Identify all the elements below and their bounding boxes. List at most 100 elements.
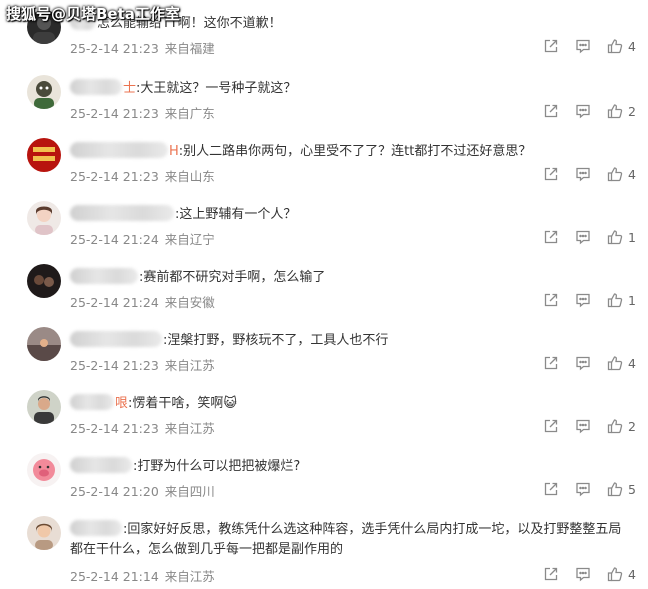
comment-meta: 25-2-14 21:24 来自辽宁	[70, 229, 215, 248]
forward-icon[interactable]	[543, 355, 559, 371]
avatar[interactable]	[27, 390, 61, 424]
forward-icon[interactable]	[543, 566, 559, 582]
username-blurred[interactable]	[70, 520, 122, 536]
comment-icon[interactable]	[575, 229, 591, 245]
comment-icon[interactable]	[575, 166, 591, 182]
avatar[interactable]	[27, 75, 61, 109]
comment-actions: 2	[543, 418, 636, 434]
comment-icon[interactable]	[575, 355, 591, 371]
comment-icon[interactable]	[575, 418, 591, 434]
username-blurred[interactable]	[70, 79, 122, 95]
comment-icon[interactable]	[575, 566, 591, 582]
username-blurred[interactable]	[70, 142, 168, 158]
comment-content: :大王就这？一号种子就这？	[136, 81, 297, 96]
avatar[interactable]	[27, 327, 61, 361]
comment-location: 来自四川	[164, 484, 215, 499]
comment-item: :赛前都不研究对手啊，怎么输了 25-2-14 21:24 来自安徽 1	[0, 264, 648, 327]
username-blurred[interactable]	[70, 331, 162, 347]
like-icon[interactable]	[607, 229, 623, 245]
comment-text: :赛前都不研究对手啊，怎么输了	[70, 268, 630, 288]
comment-meta: 25-2-14 21:24 来自安徽	[70, 292, 215, 311]
comment-item: :涅槃打野，野核玩不了，工具人也不行 25-2-14 21:23 来自江苏 4	[0, 327, 648, 390]
comment-icon[interactable]	[575, 103, 591, 119]
like-icon[interactable]	[607, 38, 623, 54]
like-icon[interactable]	[607, 166, 623, 182]
comment-meta: 25-2-14 21:23 来自广东	[70, 103, 215, 122]
like-count: 4	[628, 566, 636, 582]
comment-content: :愣着干啥，笑啊	[128, 396, 224, 411]
comment-content: :涅槃打野，野核玩不了，工具人也不行	[163, 333, 389, 348]
username-blurred[interactable]	[70, 457, 132, 473]
comment-text: 士:大王就这？一号种子就这？	[70, 79, 630, 99]
comment-actions: 4	[543, 166, 636, 182]
comment-date: 25-2-14 21:23	[70, 106, 159, 121]
comment-date: 25-2-14 21:24	[70, 295, 159, 310]
comment-actions: 1	[543, 292, 636, 308]
like-count: 2	[628, 103, 636, 119]
comment-date: 25-2-14 21:24	[70, 232, 159, 247]
forward-icon[interactable]	[543, 229, 559, 245]
watermark: 搜狐号@贝塔Beta工作室	[6, 5, 180, 23]
username-tail: 士	[123, 81, 137, 96]
comment-content: :别人二路串你两句，心里受不了了？连tt都打不过还好意思？	[178, 144, 532, 159]
forward-icon[interactable]	[543, 418, 559, 434]
forward-icon[interactable]	[543, 481, 559, 497]
forward-icon[interactable]	[543, 292, 559, 308]
like-count: 1	[628, 229, 636, 245]
comment-text: :打野为什么可以把把被爆烂?	[70, 457, 630, 477]
comment-date: 25-2-14 21:23	[70, 358, 159, 373]
comment-text: :这上野辅有一个人？	[70, 205, 630, 225]
comment-icon[interactable]	[575, 481, 591, 497]
comment-icon[interactable]	[575, 38, 591, 54]
comment-text: :回家好好反思，教练凭什么选这种阵容，选手凭什么局内打成一坨，以及打野整整五局都…	[70, 520, 630, 560]
forward-icon[interactable]	[543, 166, 559, 182]
comment-actions: 4	[543, 355, 636, 371]
comment-location: 来自江苏	[164, 569, 215, 584]
comment-item: H:别人二路串你两句，心里受不了了？连tt都打不过还好意思？ 25-2-14 2…	[0, 138, 648, 201]
comment-date: 25-2-14 21:14	[70, 569, 159, 584]
comment-item: :打野为什么可以把把被爆烂? 25-2-14 21:20 来自四川 5	[0, 453, 648, 516]
comment-item: 士:大王就这？一号种子就这？ 25-2-14 21:23 来自广东 2	[0, 75, 648, 138]
comment-actions: 5	[543, 481, 636, 497]
like-icon[interactable]	[607, 292, 623, 308]
username-tail: H	[169, 144, 179, 159]
comment-meta: 25-2-14 21:23 来自江苏	[70, 355, 215, 374]
forward-icon[interactable]	[543, 38, 559, 54]
comment-actions: 4	[543, 38, 636, 54]
comment-location: 来自安徽	[164, 295, 215, 310]
avatar[interactable]	[27, 201, 61, 235]
like-icon[interactable]	[607, 566, 623, 582]
comment-icon[interactable]	[575, 292, 591, 308]
like-count: 2	[628, 418, 636, 434]
username-blurred[interactable]	[70, 268, 138, 284]
like-count: 4	[628, 166, 636, 182]
comment-item: :这上野辅有一个人？ 25-2-14 21:24 来自辽宁 1	[0, 201, 648, 264]
comment-meta: 25-2-14 21:20 来自四川	[70, 481, 215, 500]
username-tail: 哏	[115, 396, 129, 411]
forward-icon[interactable]	[543, 103, 559, 119]
comment-location: 来自山东	[164, 169, 215, 184]
comment-text: :涅槃打野，野核玩不了，工具人也不行	[70, 331, 630, 351]
comment-content: :赛前都不研究对手啊，怎么输了	[139, 270, 326, 285]
comment-actions: 1	[543, 229, 636, 245]
username-blurred[interactable]	[70, 394, 114, 410]
avatar[interactable]	[27, 453, 61, 487]
comment-item: 哏:愣着干啥，笑啊😺 25-2-14 21:23 来自江苏 2	[0, 390, 648, 453]
like-count: 5	[628, 481, 636, 497]
like-icon[interactable]	[607, 418, 623, 434]
username-blurred[interactable]	[70, 205, 174, 221]
comment-meta: 25-2-14 21:23 来自山东	[70, 166, 215, 185]
comment-location: 来自广东	[164, 106, 215, 121]
like-icon[interactable]	[607, 355, 623, 371]
like-icon[interactable]	[607, 481, 623, 497]
comment-location: 来自江苏	[164, 421, 215, 436]
comment-location: 来自江苏	[164, 358, 215, 373]
avatar[interactable]	[27, 264, 61, 298]
comment-actions: 4	[543, 566, 636, 582]
comment-content: :回家好好反思，教练凭什么选这种阵容，选手凭什么局内打成一坨，以及打野整整五局都…	[70, 522, 622, 557]
comment-date: 25-2-14 21:23	[70, 41, 159, 56]
like-icon[interactable]	[607, 103, 623, 119]
comment-text: H:别人二路串你两句，心里受不了了？连tt都打不过还好意思？	[70, 142, 630, 162]
avatar[interactable]	[27, 138, 61, 172]
avatar[interactable]	[27, 516, 61, 550]
